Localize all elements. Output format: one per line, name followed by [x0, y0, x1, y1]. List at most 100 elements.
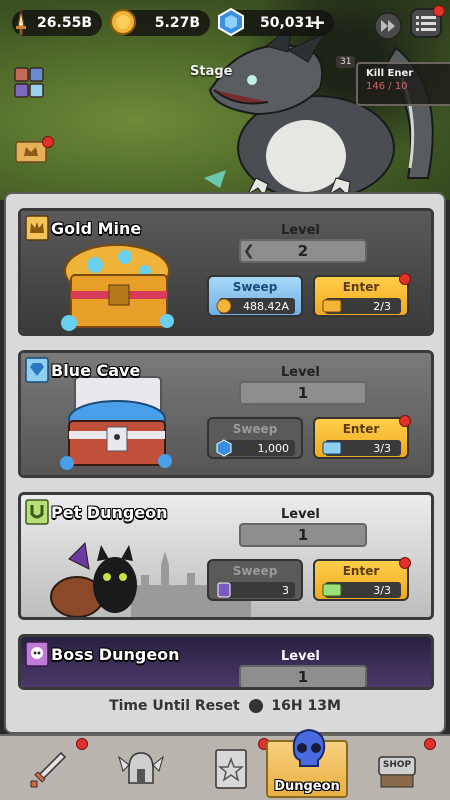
notification-dot [399, 557, 411, 569]
nav-hero[interactable] [100, 740, 182, 798]
dungeon-title: Boss Dungeon [51, 645, 180, 664]
green-key-icon [322, 583, 342, 597]
blue-gem-icon [218, 7, 244, 37]
enter-count: 3/3 [322, 440, 401, 456]
skull-badge-icon [25, 641, 49, 667]
dungeon-title: Blue Cave [51, 361, 141, 380]
sweep-label: Sweep [232, 564, 278, 578]
reset-time: 16H 13M [271, 698, 341, 714]
dungeon-card-pet-dungeon: Pet Dungeon Level 1 Sweep 3 Enter 3/3 [18, 492, 434, 620]
pet-cats-icon [50, 541, 137, 617]
blue-gem-icon [216, 439, 232, 457]
star-book-icon [215, 749, 247, 789]
diamond-badge-icon [25, 357, 49, 383]
nav-shop[interactable]: SHOP [356, 738, 438, 798]
resource-bar: 26.55B 5.27B 50,031 + [0, 0, 450, 46]
stage-badge: 31 [336, 56, 356, 68]
gold-key-icon [322, 299, 342, 313]
notification-dot [433, 5, 445, 17]
level-value: 1 [297, 668, 309, 686]
level-selector[interactable]: 1 [239, 665, 367, 687]
blue-key-icon [322, 441, 342, 455]
sword-power-icon [16, 9, 26, 35]
level-label: Level [281, 365, 320, 380]
level-value: 1 [297, 526, 309, 544]
sweep-label: Sweep [232, 280, 278, 294]
kill-label: Kill Ener [366, 68, 414, 79]
nav-dungeon-label: Dungeon [274, 779, 340, 794]
power-counter: 26.55B [12, 9, 102, 36]
gold-chest-icon [61, 244, 174, 331]
level-label: Level [281, 649, 320, 664]
level-prev-arrow-icon[interactable]: ❮ [243, 243, 255, 259]
enter-count: 2/3 [322, 298, 401, 314]
notification-dot [399, 273, 411, 285]
dungeon-title: Pet Dungeon [51, 503, 168, 522]
sweep-button[interactable]: Sweep 1,000 [207, 417, 303, 459]
nav-equipment[interactable] [8, 738, 90, 798]
enter-label: Enter [342, 280, 380, 294]
blue-skull-icon [292, 728, 326, 767]
notification-dot [42, 136, 54, 148]
gem-value: 50,031 [260, 15, 315, 31]
dungeon-card-gold-mine: Gold Mine Level ❮ 2 Sweep 488.42A Enter … [18, 208, 434, 336]
sweep-cost: 1,000 [216, 439, 295, 457]
notification-dot [399, 415, 411, 427]
level-label: Level [281, 507, 320, 522]
add-gems-button[interactable]: + [309, 11, 326, 33]
dungeon-card-boss-dungeon: Boss Dungeon Level 1 [18, 634, 434, 690]
inventory-bag-icon [14, 67, 44, 98]
stage-label: Stage [190, 64, 233, 79]
inventory-button[interactable] [12, 64, 46, 102]
gem-counter: 50,031 + [218, 7, 334, 37]
dungeon-title: Gold Mine [51, 219, 142, 238]
enter-button[interactable]: Enter 2/3 [313, 273, 411, 317]
enter-label: Enter [342, 564, 380, 578]
level-selector[interactable]: 1 [239, 381, 367, 405]
purple-ticket-icon [217, 582, 231, 598]
event-ticket-button[interactable] [14, 136, 54, 166]
dragon-boss-icon [204, 28, 434, 200]
enter-button[interactable]: Enter 3/3 [313, 415, 411, 459]
sweep-cost: 3 [217, 582, 295, 598]
fast-forward-icon [374, 12, 402, 40]
sweep-button[interactable]: Sweep 3 [207, 559, 303, 601]
sword-icon [30, 751, 67, 788]
gold-value: 5.27B [154, 15, 200, 31]
gold-coin-icon [216, 298, 232, 314]
menu-button[interactable] [410, 5, 445, 38]
nav-spellbook[interactable] [190, 738, 272, 798]
reset-timer: Time Until Reset 16H 13M [6, 698, 444, 714]
level-selector[interactable]: ❮ 2 [239, 239, 367, 263]
sweep-button[interactable]: Sweep 488.42A [207, 275, 303, 317]
nav-dungeon[interactable]: Dungeon [266, 728, 348, 798]
level-selector[interactable]: 1 [239, 523, 367, 547]
enter-label: Enter [342, 422, 380, 436]
bottom-nav: Dungeon SHOP [0, 728, 450, 800]
crown-badge-icon [25, 215, 49, 241]
notification-dot [76, 738, 88, 750]
level-label: Level [281, 223, 320, 238]
level-value: 1 [297, 384, 309, 402]
kill-enemies-quest: 31 Kill Ener 146 / 10 [336, 56, 450, 106]
dungeon-card-blue-cave: Blue Cave Level 1 Sweep 1,000 Enter 3/3 [18, 350, 434, 478]
enter-button[interactable]: Enter 3/3 [313, 557, 411, 601]
power-value: 26.55B [37, 15, 92, 31]
reset-label: Time Until Reset [109, 698, 240, 714]
horseshoe-badge-icon [25, 499, 49, 525]
clock-icon [248, 699, 263, 713]
winged-helmet-icon [118, 752, 164, 784]
notification-dot [424, 738, 436, 750]
blue-gem-chest-icon [60, 376, 172, 470]
menu-list-icon [416, 16, 436, 31]
dungeon-panel: Gold Mine Level ❮ 2 Sweep 488.42A Enter … [4, 192, 446, 734]
sweep-cost: 488.42A [216, 298, 295, 314]
sweep-label: Sweep [232, 422, 278, 436]
gold-counter: 5.27B [110, 9, 210, 36]
gold-coin-icon [110, 9, 136, 35]
fast-forward-button[interactable] [370, 8, 406, 44]
shop-label: SHOP [382, 760, 412, 770]
kill-progress: 146 / 10 [366, 81, 408, 92]
level-value: 2 [297, 242, 309, 260]
enter-count: 3/3 [322, 582, 401, 598]
